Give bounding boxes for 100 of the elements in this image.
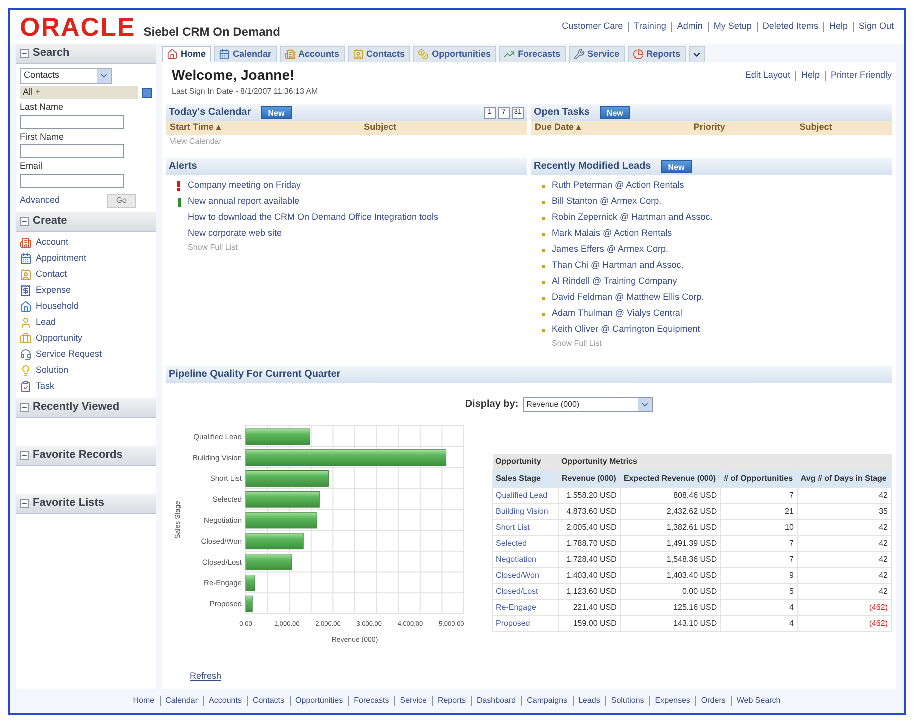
lead-link[interactable]: Robin Zepernick @ Hartman and Assoc. bbox=[552, 211, 713, 225]
alert-link[interactable]: New annual report available bbox=[188, 195, 300, 209]
refresh-link[interactable]: Refresh bbox=[190, 670, 892, 683]
alert-link[interactable]: New corporate web site bbox=[188, 227, 282, 241]
collapse-icon[interactable] bbox=[20, 450, 29, 460]
stage-link[interactable]: Re-Engage bbox=[492, 600, 558, 616]
collapse-icon[interactable] bbox=[20, 402, 29, 412]
footer-link[interactable]: Accounts bbox=[209, 695, 242, 707]
stage-link[interactable]: Closed/Lost bbox=[492, 584, 558, 600]
tab[interactable]: Reports bbox=[628, 46, 686, 62]
create-item[interactable]: Appointment bbox=[20, 250, 152, 266]
stage-link[interactable]: Qualified Lead bbox=[492, 488, 558, 504]
header-link[interactable]: Help bbox=[829, 20, 848, 34]
footer-link[interactable]: Solutions bbox=[611, 695, 644, 707]
stage-link[interactable]: Closed/Won bbox=[492, 568, 558, 584]
lead-link[interactable]: Keith Oliver @ Carrington Equipment bbox=[552, 323, 700, 337]
bullet-icon bbox=[542, 248, 545, 252]
input-field[interactable] bbox=[20, 174, 124, 188]
tab[interactable]: Forecasts bbox=[499, 46, 566, 62]
new-button[interactable]: New bbox=[261, 106, 292, 119]
lead-link[interactable]: Al Rindell @ Training Company bbox=[552, 275, 678, 289]
footer-link[interactable]: Service bbox=[400, 695, 427, 707]
footer-link[interactable]: Forecasts bbox=[354, 695, 390, 707]
footer-link[interactable]: Campaigns bbox=[527, 695, 568, 707]
stage-link[interactable]: Selected bbox=[492, 536, 558, 552]
page-link[interactable]: Help bbox=[801, 69, 820, 82]
tab[interactable]: Service bbox=[568, 46, 625, 62]
stage-link[interactable]: Proposed bbox=[492, 616, 558, 632]
lead-link[interactable]: Adam Thulman @ Vialys Central bbox=[552, 307, 682, 321]
lead-link[interactable]: Than Chi @ Hartman and Assoc. bbox=[552, 259, 684, 273]
create-item[interactable]: Lead bbox=[20, 314, 152, 330]
lead-link[interactable]: Mark Malais @ Action Rentals bbox=[552, 227, 672, 241]
tab[interactable]: Calendar bbox=[214, 46, 277, 62]
header-link[interactable]: Deleted Items bbox=[762, 20, 818, 34]
column-header[interactable]: Subject bbox=[364, 121, 397, 135]
table-cell: 7 bbox=[720, 552, 798, 568]
lead-link[interactable]: Bill Stanton @ Armex Corp. bbox=[552, 195, 662, 209]
column-header[interactable]: Subject bbox=[800, 121, 832, 135]
create-item[interactable]: Household bbox=[20, 298, 152, 314]
input-field[interactable] bbox=[20, 114, 124, 128]
header-link[interactable]: Training bbox=[634, 20, 666, 34]
header-link[interactable]: Customer Care bbox=[562, 20, 624, 34]
lead-link[interactable]: James Effers @ Armex Corp. bbox=[552, 243, 669, 257]
create-item[interactable]: Expense bbox=[20, 282, 152, 298]
create-item[interactable]: Contact bbox=[20, 266, 152, 282]
footer-link[interactable]: Leads bbox=[578, 695, 600, 707]
go-button[interactable]: Go bbox=[107, 194, 136, 208]
create-item[interactable]: Account bbox=[20, 234, 152, 250]
footer-link[interactable]: Expenses bbox=[655, 695, 690, 707]
page-link[interactable]: Edit Layout bbox=[745, 69, 790, 82]
create-item[interactable]: Opportunity bbox=[20, 330, 152, 346]
stage-link[interactable]: Building Vision bbox=[492, 504, 558, 520]
filter-select[interactable]: All + bbox=[20, 86, 138, 99]
tab[interactable]: Home bbox=[162, 46, 212, 62]
alert-link[interactable]: How to download the CRM On Demand Office Integration tools bbox=[188, 211, 438, 225]
filter-icon[interactable] bbox=[142, 88, 152, 98]
more-tabs-icon[interactable] bbox=[688, 46, 705, 62]
column-header[interactable]: Start Time ▴ bbox=[170, 121, 364, 135]
lead-link[interactable]: Ruth Peterman @ Action Rentals bbox=[552, 179, 684, 193]
advanced-link[interactable]: Advanced bbox=[20, 194, 60, 208]
section-header[interactable]: Recently Viewed bbox=[16, 398, 156, 418]
header-link[interactable]: Sign Out bbox=[858, 20, 894, 34]
footer-link[interactable]: Orders bbox=[701, 695, 726, 707]
create-item[interactable]: Solution bbox=[20, 362, 152, 378]
new-button[interactable]: New bbox=[600, 106, 630, 119]
footer-link[interactable]: Opportunities bbox=[296, 695, 344, 707]
footer-link[interactable]: Calendar bbox=[166, 695, 198, 707]
collapse-icon[interactable] bbox=[20, 49, 29, 58]
page-link[interactable]: Printer Friendly bbox=[830, 69, 892, 82]
footer-link[interactable]: Dashboard bbox=[476, 695, 516, 707]
stage-link[interactable]: Short List bbox=[492, 520, 558, 536]
display-by-select[interactable]: Revenue (000) bbox=[522, 397, 653, 412]
collapse-icon[interactable] bbox=[20, 498, 29, 508]
stage-link[interactable]: Negotiation bbox=[492, 552, 558, 568]
section-header[interactable]: Search bbox=[16, 44, 156, 64]
header-link[interactable]: My Setup bbox=[714, 20, 752, 34]
alert-link[interactable]: Company meeting on Friday bbox=[188, 179, 302, 193]
footer-link[interactable]: Contacts bbox=[252, 695, 285, 707]
section-header[interactable]: Favorite Records bbox=[16, 446, 156, 466]
bullet-icon bbox=[542, 232, 545, 236]
footer-link[interactable]: Reports bbox=[438, 695, 466, 707]
tab[interactable]: Accounts bbox=[280, 46, 345, 62]
column-header[interactable]: Due Date ▴ bbox=[535, 121, 694, 135]
create-item[interactable]: Task bbox=[20, 378, 152, 394]
create-item[interactable]: Service Request bbox=[20, 346, 152, 362]
section-header[interactable]: Favorite Lists bbox=[16, 494, 156, 514]
section-title: Favorite Lists bbox=[33, 496, 105, 511]
new-button[interactable]: New bbox=[661, 160, 692, 173]
footer-link[interactable]: Web Search bbox=[736, 695, 781, 707]
header-link[interactable]: Admin bbox=[677, 20, 703, 34]
column-header[interactable]: Priority bbox=[694, 121, 800, 135]
object-select[interactable]: Contacts bbox=[20, 68, 112, 84]
collapse-icon[interactable] bbox=[20, 216, 29, 226]
table-cell: 10 bbox=[720, 520, 798, 536]
tab[interactable]: Opportunities bbox=[413, 46, 496, 62]
tab[interactable]: Contacts bbox=[348, 46, 410, 62]
lead-link[interactable]: David Feldman @ Matthew Ellis Corp. bbox=[552, 291, 704, 305]
footer-link[interactable]: Home bbox=[133, 695, 155, 707]
section-header[interactable]: Create bbox=[16, 212, 156, 232]
input-field[interactable] bbox=[20, 144, 124, 158]
